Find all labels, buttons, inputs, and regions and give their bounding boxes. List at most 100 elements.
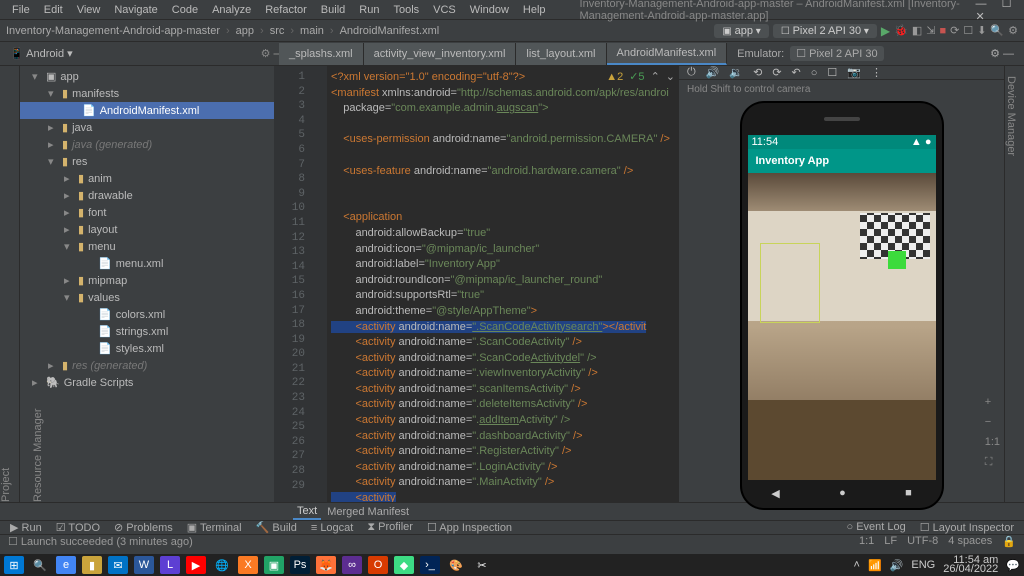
code-editor[interactable]: 1234567891011121314151617181920212223242… [275,66,679,502]
code-content[interactable]: <?xml version="1.0" encoding="utf-8"?> <… [327,66,679,502]
tree-drawable[interactable]: ▸▮ drawable [20,187,274,204]
avd-button[interactable]: ☐ [963,24,973,37]
taskbar-chrome-icon[interactable]: 🌐 [212,556,232,574]
rail-resource-manager[interactable]: Resource Manager [32,76,44,502]
menu-run[interactable]: Run [353,4,385,16]
tray-chevron-icon[interactable]: ˄ [854,559,860,571]
taskbar-search-icon[interactable]: 🔍 [30,556,50,574]
zoom-fit-icon[interactable]: 1:1 [985,436,1000,448]
nav-recents-icon[interactable]: ■ [905,487,912,500]
menu-code[interactable]: Code [166,4,204,16]
windows-taskbar[interactable]: ⊞ 🔍 e ▮ ✉ W L ▶ 🌐 X ▣ Ps 🦊 ∞ O ◆ ›_ 🎨 ✂ … [0,554,1024,576]
tab-options-icon[interactable]: ⚙ — [990,48,1014,60]
subtab-text[interactable]: Text [293,504,321,520]
tree-colors[interactable]: 📄 colors.xml [20,306,274,323]
tree-menu[interactable]: ▾▮ menu [20,238,274,255]
emu-rotate-left-icon[interactable]: ⟲ [753,66,762,79]
tray-wifi-icon[interactable]: 📶 [868,559,882,572]
taskbar-word-icon[interactable]: W [134,556,154,574]
tw-run[interactable]: ▶ Run [10,521,42,534]
status-lock-icon[interactable]: 🔒 [1002,535,1016,548]
menu-vcs[interactable]: VCS [427,4,462,16]
taskbar-paint-icon[interactable]: 🎨 [446,556,466,574]
taskbar-snip-icon[interactable]: ✂ [472,556,492,574]
tree-font[interactable]: ▸▮ font [20,204,274,221]
taskbar-start-icon[interactable]: ⊞ [4,556,24,574]
tree-mipmap[interactable]: ▸▮ mipmap [20,272,274,289]
tree-strings[interactable]: 📄 strings.xml [20,323,274,340]
crumb-file[interactable]: AndroidManifest.xml [340,25,440,37]
taskbar-xampp-icon[interactable]: X [238,556,258,574]
sync-button[interactable]: ⟳ [950,24,959,37]
status-caret[interactable]: 1:1 [859,535,874,548]
emulator-zoom-controls[interactable]: +−1:1⛶ [985,396,1000,469]
tw-problems[interactable]: ⊘ Problems [114,521,173,534]
tree-app[interactable]: ▾▣ app [20,68,274,85]
subtab-merged[interactable]: Merged Manifest [327,506,409,518]
tab-activity-view[interactable]: activity_view_inventory.xml [364,43,517,65]
menu-window[interactable]: Window [464,4,515,16]
attach-button[interactable]: ⇲ [926,24,935,37]
tw-profiler[interactable]: ⧗ Profiler [367,521,413,534]
settings-icon[interactable]: ⚙ [1008,24,1018,37]
taskbar-office-icon[interactable]: O [368,556,388,574]
crumb-src[interactable]: src [270,25,285,37]
crumb-app[interactable]: app [236,25,254,37]
emu-back-icon[interactable]: ↶ [792,66,801,79]
status-indent[interactable]: 4 spaces [948,535,992,548]
rail-project[interactable]: Project [0,76,12,502]
tw-logcat[interactable]: ≡ Logcat [311,522,354,534]
nav-home-icon[interactable]: ● [839,487,846,500]
taskbar-explorer-icon[interactable]: ▮ [82,556,102,574]
sidebar-title[interactable]: 📱 Android ▾ [10,47,73,60]
tab-list-layout[interactable]: list_layout.xml [516,43,606,65]
maximize-icon[interactable]: ☐ [996,0,1018,10]
taskbar-edge-icon[interactable]: e [56,556,76,574]
taskbar-powershell-icon[interactable]: ›_ [420,556,440,574]
emu-rotate-right-icon[interactable]: ⟳ [772,66,781,79]
tw-build[interactable]: 🔨 Build [256,521,297,534]
tree-values[interactable]: ▾▮ values [20,289,274,306]
tree-styles[interactable]: 📄 styles.xml [20,340,274,357]
menu-tools[interactable]: Tools [387,4,425,16]
stop-button[interactable]: ■ [939,25,946,37]
tw-event-log[interactable]: ○ Event Log [846,521,905,534]
sdk-button[interactable]: ⬇ [977,24,986,37]
status-encoding[interactable]: UTF-8 [907,535,938,548]
tray-notifications-icon[interactable]: 💬 [1006,559,1020,572]
tree-anim[interactable]: ▸▮ anim [20,170,274,187]
emulator-device-dropdown[interactable]: ☐ Pixel 2 API 30 [790,46,883,61]
tab-splashs[interactable]: _splashs.xml [279,43,364,65]
tray-lang[interactable]: ENG [911,559,935,571]
search-icon[interactable]: 🔍 [990,24,1004,37]
menu-navigate[interactable]: Navigate [108,4,163,16]
project-tree[interactable]: ▾▣ app ▾▮ manifests 📄 AndroidManifest.xm… [20,66,274,502]
menu-edit[interactable]: Edit [38,4,69,16]
emu-more-icon[interactable]: ⋮ [871,66,882,79]
android-nav-bar[interactable]: ◀●■ [742,487,942,500]
tray-volume-icon[interactable]: 🔊 [890,559,904,572]
status-line-sep[interactable]: LF [884,535,897,548]
rail-device-manager[interactable]: Device Manager [1005,76,1017,502]
tree-java-gen[interactable]: ▸▮ java (generated) [20,136,274,153]
taskbar-vs-icon[interactable]: ∞ [342,556,362,574]
emu-volume-up-icon[interactable]: 🔊 [706,66,720,79]
tree-res-gen[interactable]: ▸▮ res (generated) [20,357,274,374]
run-button[interactable]: ▶ [881,24,890,38]
menu-help[interactable]: Help [517,4,552,16]
crumb-project[interactable]: Inventory-Management-Android-app-master [6,25,220,37]
device-dropdown[interactable]: ☐ Pixel 2 API 30 ▾ [773,24,877,38]
close-icon[interactable]: ✕ [970,11,991,23]
tree-manifests[interactable]: ▾▮ manifests [20,85,274,102]
emulator-device-frame[interactable]: 11:54▲ ● Inventory App ◀●■ [742,103,942,508]
taskbar-sublime-icon[interactable]: ▣ [264,556,284,574]
menu-build[interactable]: Build [315,4,351,16]
run-config-dropdown[interactable]: ▣ app ▾ [714,24,768,38]
zoom-out-icon[interactable]: − [985,416,1000,428]
tab-manifest[interactable]: AndroidManifest.xml [607,43,728,65]
tree-manifest-file[interactable]: 📄 AndroidManifest.xml [20,102,274,119]
menu-refactor[interactable]: Refactor [259,4,313,16]
system-tray[interactable]: ˄ 📶 🔊 ENG 11:54 am26/04/2022 💬 [854,556,1020,574]
tree-java[interactable]: ▸▮ java [20,119,274,136]
taskbar-firefox-icon[interactable]: 🦊 [316,556,336,574]
